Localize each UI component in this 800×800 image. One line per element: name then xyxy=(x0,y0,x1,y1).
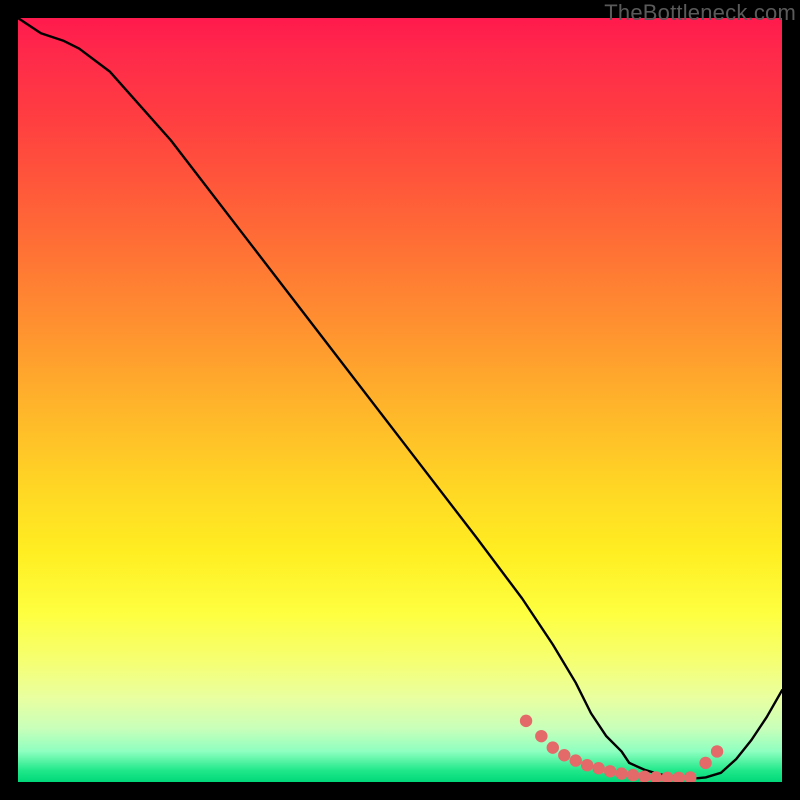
bottleneck-curve xyxy=(18,18,782,778)
attribution-label: TheBottleneck.com xyxy=(604,0,796,26)
marker-dot xyxy=(592,762,604,774)
plot-area xyxy=(18,18,782,782)
chart-svg xyxy=(18,18,782,782)
marker-dot xyxy=(604,765,616,777)
marker-dot xyxy=(711,745,723,757)
marker-dot xyxy=(699,757,711,769)
curve-layer xyxy=(18,18,782,778)
marker-dot xyxy=(535,730,547,742)
chart-frame: TheBottleneck.com xyxy=(0,0,800,800)
marker-dot xyxy=(673,772,685,782)
marker-dot xyxy=(661,772,673,782)
marker-dot xyxy=(627,769,639,781)
marker-dot xyxy=(520,715,532,727)
marker-dot xyxy=(684,771,696,782)
marker-dot xyxy=(615,767,627,779)
marker-dot xyxy=(570,754,582,766)
markers-layer xyxy=(520,715,723,782)
marker-dot xyxy=(581,759,593,771)
marker-dot xyxy=(558,749,570,761)
marker-dot xyxy=(547,741,559,753)
